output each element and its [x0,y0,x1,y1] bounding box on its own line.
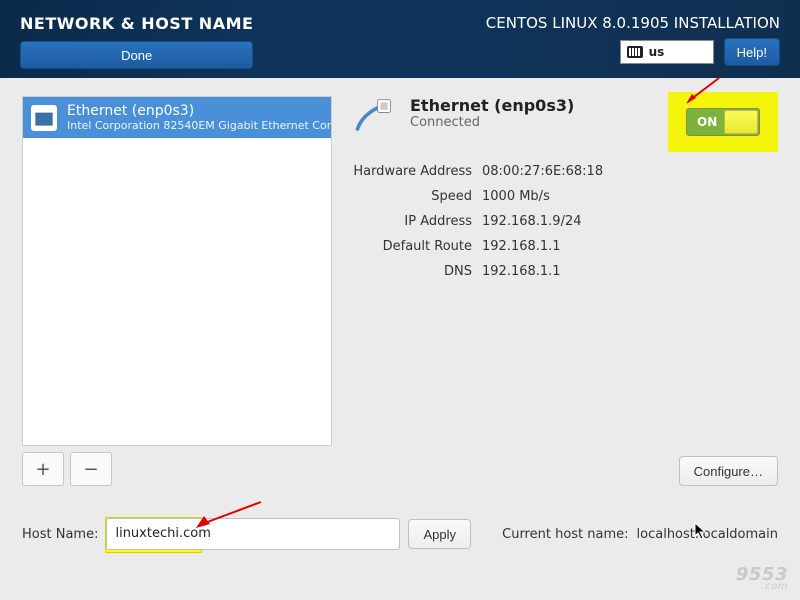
nic-subtitle: Intel Corporation 82540EM Gigabit Ethern… [67,119,332,132]
ethernet-icon [31,105,57,131]
hw-address-label: Hardware Address [352,164,472,179]
interface-info-table: Hardware Address 08:00:27:6E:68:18 Speed… [352,164,778,279]
interface-status: Connected [410,115,574,130]
network-interface-item[interactable]: Ethernet (enp0s3) Intel Corporation 8254… [23,97,331,138]
hostname-row: Host Name: linuxtechi.com Apply Current … [22,518,778,550]
speed-label: Speed [352,189,472,204]
network-interface-list[interactable]: Ethernet (enp0s3) Intel Corporation 8254… [22,96,332,446]
remove-interface-button[interactable]: − [70,452,112,486]
current-hostname-value: localhost.localdomain [637,527,778,542]
toggle-on-label: ON [687,115,717,129]
keyboard-icon [627,46,643,58]
ethernet-big-icon [352,96,396,140]
route-label: Default Route [352,239,472,254]
dns-value: 192.168.1.1 [482,264,778,279]
done-button[interactable]: Done [20,41,253,69]
help-button[interactable]: Help! [724,38,780,66]
ip-label: IP Address [352,214,472,229]
speed-value: 1000 Mb/s [482,189,778,204]
route-value: 192.168.1.1 [482,239,778,254]
configure-button[interactable]: Configure… [679,456,778,486]
current-hostname-label: Current host name: [502,527,628,542]
ip-value: 192.168.1.9/24 [482,214,778,229]
keyboard-layout-select[interactable]: us [620,40,714,64]
toggle-highlight: ON [668,92,778,152]
interface-toggle[interactable]: ON [686,108,760,136]
top-bar: NETWORK & HOST NAME Done CENTOS LINUX 8.… [0,0,800,78]
install-title: CENTOS LINUX 8.0.1905 INSTALLATION [486,14,780,32]
network-sidebar: Ethernet (enp0s3) Intel Corporation 8254… [22,96,332,486]
interface-details: Ethernet (enp0s3) Connected ON Hardware … [352,96,778,486]
toggle-knob [724,110,758,134]
hostname-label: Host Name: [22,527,98,542]
hostname-value: linuxtechi.com [113,519,393,549]
nic-title: Ethernet (enp0s3) [67,103,332,119]
keyboard-layout-label: us [649,45,665,59]
content-area: Ethernet (enp0s3) Intel Corporation 8254… [0,78,800,600]
dns-label: DNS [352,264,472,279]
hw-address-value: 08:00:27:6E:68:18 [482,164,778,179]
page-title: NETWORK & HOST NAME [20,14,253,33]
add-interface-button[interactable]: + [22,452,64,486]
hostname-input[interactable]: linuxtechi.com [106,518,400,550]
interface-name: Ethernet (enp0s3) [410,96,574,115]
apply-button[interactable]: Apply [408,519,471,549]
